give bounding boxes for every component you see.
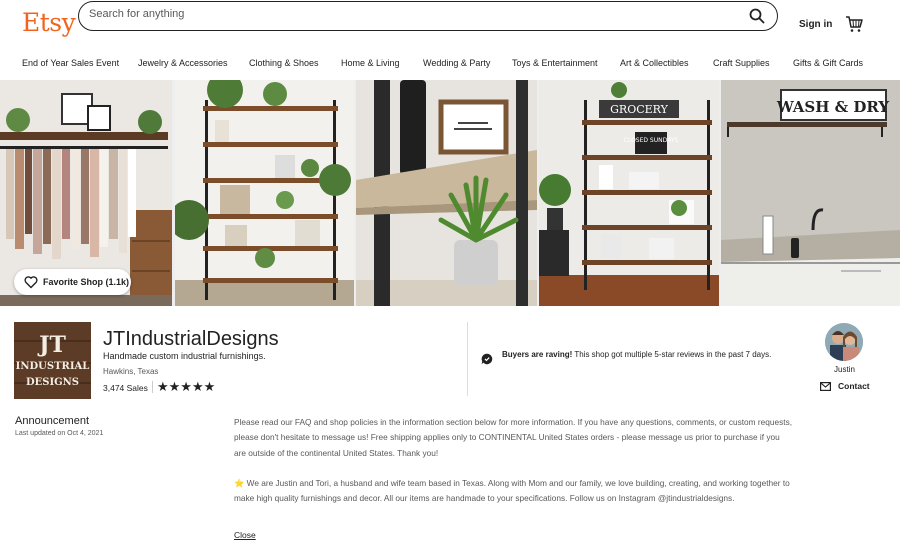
rave-headline: Buyers are raving! — [502, 350, 573, 359]
rating-stars[interactable]: ★★★★★ — [157, 379, 215, 394]
header: Etsy Sign in — [0, 0, 900, 48]
category-link[interactable]: End of Year Sales Event — [22, 58, 119, 68]
announcement-text: Please read our FAQ and shop policies in… — [234, 415, 794, 521]
category-link[interactable]: Craft Supplies — [713, 58, 770, 68]
close-announcement-link[interactable]: Close — [234, 530, 256, 540]
banner-image-shelf-plant — [356, 80, 537, 306]
contact-label: Contact — [838, 381, 870, 391]
category-link[interactable]: Art & Collectibles — [620, 58, 689, 68]
banner-image-laundry: WASH & DRY — [721, 80, 900, 306]
signin-link[interactable]: Sign in — [799, 19, 832, 30]
category-link[interactable]: Home & Living — [341, 58, 400, 68]
heart-icon — [24, 276, 38, 289]
shop-logo-text-jt: JT — [37, 332, 66, 358]
category-link[interactable]: Gifts & Gift Cards — [793, 58, 863, 68]
etsy-logo[interactable]: Etsy — [22, 8, 76, 37]
divider — [467, 322, 468, 396]
announcement-date: Last updated on Oct 4, 2021 — [15, 430, 104, 437]
owner-name[interactable]: Justin — [834, 365, 855, 374]
avatar[interactable] — [825, 323, 863, 361]
announcement-paragraph: Please read our FAQ and shop policies in… — [234, 417, 793, 458]
category-link[interactable]: Toys & Entertainment — [512, 58, 598, 68]
category-link[interactable]: Clothing & Shoes — [249, 58, 319, 68]
cart-icon[interactable] — [845, 15, 863, 33]
category-link[interactable]: Jewelry & Accessories — [138, 58, 228, 68]
category-link[interactable]: Wedding & Party — [423, 58, 490, 68]
closed-sign-text: CLOSED SUNDAYS — [624, 137, 679, 144]
mail-icon — [820, 382, 831, 391]
rave-text: This shop got multiple 5-star reviews in… — [572, 350, 772, 359]
category-nav: End of Year Sales Event Jewelry & Access… — [0, 58, 900, 78]
shop-location: Hawkins, Texas — [103, 367, 159, 376]
announcement-title: Announcement — [15, 415, 89, 427]
grocery-sign-text: GROCERY — [610, 103, 668, 116]
shop-banner: GROCERY CLOSED SUNDAYS WASH & DRY Favori… — [0, 80, 900, 306]
search-icon[interactable] — [749, 8, 765, 24]
search-bar[interactable] — [78, 1, 778, 31]
buyers-raving-message: Buyers are raving! This shop got multipl… — [502, 349, 792, 361]
divider — [152, 381, 153, 393]
announcement-paragraph: ⭐ We are Justin and Tori, a husband and … — [234, 477, 790, 504]
shop-tagline: Handmade custom industrial furnishings. — [103, 351, 266, 361]
wash-dry-sign-text: WASH & DRY — [776, 98, 890, 116]
favorite-shop-label: Favorite Shop (1.1k) — [43, 277, 130, 287]
search-input[interactable] — [89, 8, 729, 20]
shop-name: JTIndustrialDesigns — [103, 328, 279, 350]
shop-logo[interactable]: JT INDUSTRIAL DESIGNS — [14, 322, 91, 399]
shop-logo-text-designs: DESIGNS — [26, 377, 79, 388]
banner-image-grocery-shelf: GROCERY CLOSED SUNDAYS — [539, 80, 719, 306]
chat-bubble-icon — [481, 353, 493, 365]
favorite-shop-button[interactable]: Favorite Shop (1.1k) — [14, 269, 131, 295]
banner-image-bookshelf — [175, 80, 354, 306]
shop-logo-text-industrial: INDUSTRIAL — [16, 361, 90, 372]
shop-sales-count[interactable]: 3,474 Sales — [103, 383, 148, 393]
